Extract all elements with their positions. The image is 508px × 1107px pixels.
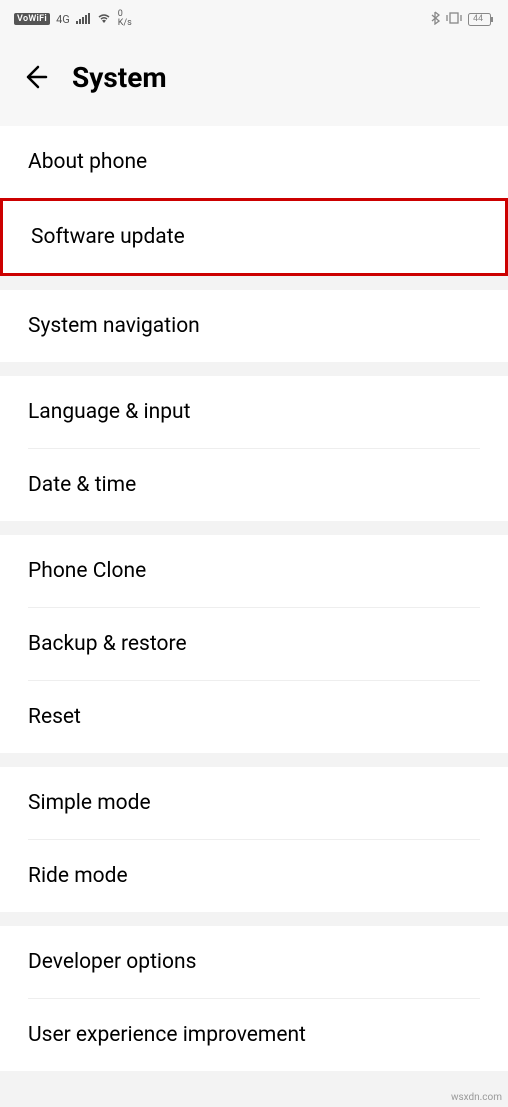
section-gap: [0, 362, 508, 376]
vowifi-badge: VoWiFi: [14, 13, 50, 25]
battery-icon: 44: [468, 13, 494, 26]
item-language-input[interactable]: Language & input: [0, 376, 508, 448]
section-gap: [0, 521, 508, 535]
item-backup-restore[interactable]: Backup & restore: [0, 608, 508, 680]
item-developer-options[interactable]: Developer options: [0, 926, 508, 998]
status-right: 44: [431, 11, 494, 28]
status-left: VoWiFi 4G 0 K/s: [14, 10, 132, 28]
item-software-update[interactable]: Software update: [0, 198, 508, 276]
wifi-icon: [96, 12, 112, 27]
section-gap: [0, 276, 508, 290]
group-about: About phone Software update: [0, 126, 508, 276]
item-date-time[interactable]: Date & time: [0, 449, 508, 521]
page-title: System: [72, 61, 167, 94]
back-arrow-icon: [20, 63, 48, 91]
vibrate-icon: [446, 11, 462, 28]
watermark: wsxdn.com: [451, 1092, 502, 1103]
group-backup: Phone Clone Backup & restore Reset: [0, 535, 508, 753]
item-ride-mode[interactable]: Ride mode: [0, 840, 508, 912]
group-locale: Language & input Date & time: [0, 376, 508, 521]
section-gap: [0, 912, 508, 926]
group-navigation: System navigation: [0, 290, 508, 362]
signal-icon: [76, 12, 90, 27]
data-speed: 0 K/s: [118, 10, 132, 28]
item-system-navigation[interactable]: System navigation: [0, 290, 508, 362]
status-bar: VoWiFi 4G 0 K/s 44: [0, 0, 508, 38]
section-gap: [0, 753, 508, 767]
group-modes: Simple mode Ride mode: [0, 767, 508, 912]
item-simple-mode[interactable]: Simple mode: [0, 767, 508, 839]
item-reset[interactable]: Reset: [0, 681, 508, 753]
data-speed-unit: K/s: [118, 19, 132, 28]
battery-level-text: 44: [473, 14, 483, 24]
item-phone-clone[interactable]: Phone Clone: [0, 535, 508, 607]
network-type-label: 4G: [56, 13, 70, 26]
settings-list[interactable]: About phone Software update System navig…: [0, 126, 508, 1107]
back-button[interactable]: [18, 61, 50, 93]
header: System: [0, 38, 508, 126]
item-user-experience-improvement[interactable]: User experience improvement: [0, 999, 508, 1071]
item-about-phone[interactable]: About phone: [0, 126, 508, 198]
screen: VoWiFi 4G 0 K/s 44: [0, 0, 508, 1107]
bluetooth-icon: [431, 11, 440, 28]
group-developer: Developer options User experience improv…: [0, 926, 508, 1071]
